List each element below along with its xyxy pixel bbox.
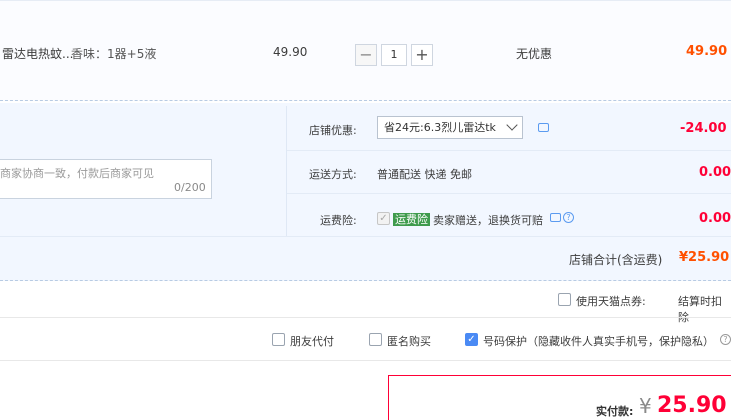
shipping-value: 普通配送 快递 免邮 xyxy=(377,168,472,181)
friend-pay-checkbox[interactable] xyxy=(272,333,285,346)
help-icon[interactable]: ? xyxy=(563,212,574,223)
number-protect-label[interactable]: 号码保护（隐藏收件人真实手机号，保护隐私） xyxy=(483,333,714,349)
message-icon[interactable] xyxy=(550,213,561,222)
memo-counter: 0/200 xyxy=(174,181,206,194)
insurance-text: 卖家赠送，退换货可赔 xyxy=(433,214,543,227)
quantity-stepper: − 1 + xyxy=(355,44,433,66)
tmall-points-checkbox[interactable] xyxy=(558,293,571,306)
insurance-amount: 0.00 xyxy=(699,211,731,226)
divider xyxy=(0,317,731,318)
pay-currency: ¥ xyxy=(639,394,652,418)
shop-coupon-select[interactable]: 省24元:6.3烈儿雷达tk xyxy=(377,116,523,139)
pay-label: 实付款: xyxy=(596,405,634,418)
anonymous-checkbox[interactable] xyxy=(369,333,382,346)
shipping-amount: 0.00 xyxy=(699,165,731,180)
number-protect-checkbox[interactable]: ✓ xyxy=(465,333,478,346)
item-unit-price: 49.90 xyxy=(273,45,308,59)
anonymous-label[interactable]: 匿名购买 xyxy=(387,333,431,349)
tmall-points-label: 使用天猫点券: xyxy=(576,295,646,308)
shop-total-label: 店铺合计(含运费) xyxy=(569,253,663,267)
insurance-tag: 运费险 xyxy=(393,213,430,226)
message-icon[interactable] xyxy=(538,123,549,132)
shop-coupon-selected: 省24元:6.3烈儿雷达tk xyxy=(384,121,496,134)
shipping-label: 运送方式: xyxy=(309,168,357,181)
help-icon[interactable]: ? xyxy=(720,334,731,345)
insurance-checkbox: ✓ xyxy=(377,212,390,225)
item-sku: 香味：1器+5液 xyxy=(71,47,157,61)
chevron-down-icon xyxy=(506,119,518,131)
insurance-label: 运费险: xyxy=(320,214,357,227)
memo-placeholder: 商家协商一致，付款后商家可见 xyxy=(0,167,154,180)
divider xyxy=(286,106,287,236)
pay-amount: 25.90 xyxy=(657,393,727,418)
divider xyxy=(287,193,731,194)
friend-pay-label[interactable]: 朋友代付 xyxy=(290,333,334,349)
shop-coupon-label: 店铺优惠: xyxy=(309,124,357,137)
tmall-points-note: 结算时扣除 xyxy=(678,295,722,324)
item-discount: 无优惠 xyxy=(516,47,553,61)
divider xyxy=(287,150,731,151)
shop-total-amount: ¥25.90 xyxy=(679,250,730,265)
quantity-minus-button[interactable]: − xyxy=(355,44,377,66)
item-subtotal: 49.90 xyxy=(686,44,728,59)
divider xyxy=(0,360,731,361)
shop-coupon-amount: -24.00 xyxy=(680,121,727,136)
divider xyxy=(0,236,731,237)
item-title[interactable]: 雷达电热蚊... xyxy=(2,45,73,62)
quantity-input[interactable]: 1 xyxy=(381,44,407,66)
quantity-plus-button[interactable]: + xyxy=(411,44,433,66)
